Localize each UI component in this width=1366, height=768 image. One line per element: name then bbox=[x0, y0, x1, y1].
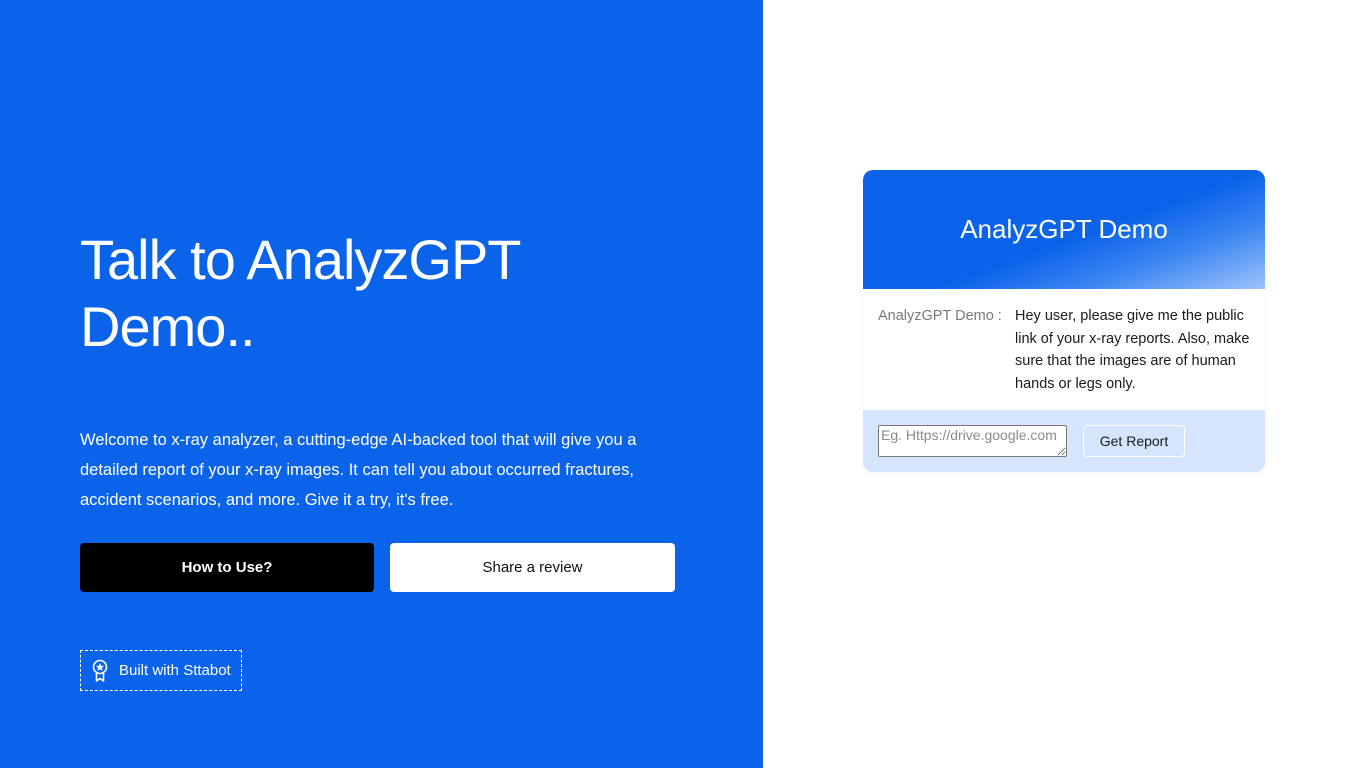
chat-widget: AnalyzGPT Demo AnalyzGPT Demo : Hey user… bbox=[863, 170, 1265, 472]
chat-sender-name: AnalyzGPT Demo : bbox=[878, 308, 1002, 324]
built-with-badge[interactable]: Built with Sttabot bbox=[80, 650, 242, 691]
hero-actions: How to Use? Share a review bbox=[80, 543, 675, 592]
chat-message-row: AnalyzGPT Demo : Hey user, please give m… bbox=[863, 289, 1265, 410]
hero-title: Talk to AnalyzGPT Demo.. bbox=[80, 228, 521, 358]
share-review-button[interactable]: Share a review bbox=[390, 543, 675, 592]
report-link-input[interactable] bbox=[878, 425, 1067, 457]
how-to-use-button[interactable]: How to Use? bbox=[80, 543, 374, 592]
chat-header-title: AnalyzGPT Demo bbox=[960, 214, 1168, 244]
award-ribbon-icon bbox=[91, 658, 111, 684]
chat-input-bar: Get Report bbox=[863, 410, 1265, 472]
chat-message-text: Hey user, please give me the public link… bbox=[1015, 308, 1250, 392]
chat-header: AnalyzGPT Demo bbox=[863, 170, 1265, 289]
hero-panel: Talk to AnalyzGPT Demo.. Welcome to x-ra… bbox=[0, 0, 763, 768]
built-with-label: Built with Sttabot bbox=[119, 662, 231, 679]
hero-description: Welcome to x-ray analyzer, a cutting-edg… bbox=[80, 431, 637, 509]
get-report-button[interactable]: Get Report bbox=[1083, 425, 1185, 457]
